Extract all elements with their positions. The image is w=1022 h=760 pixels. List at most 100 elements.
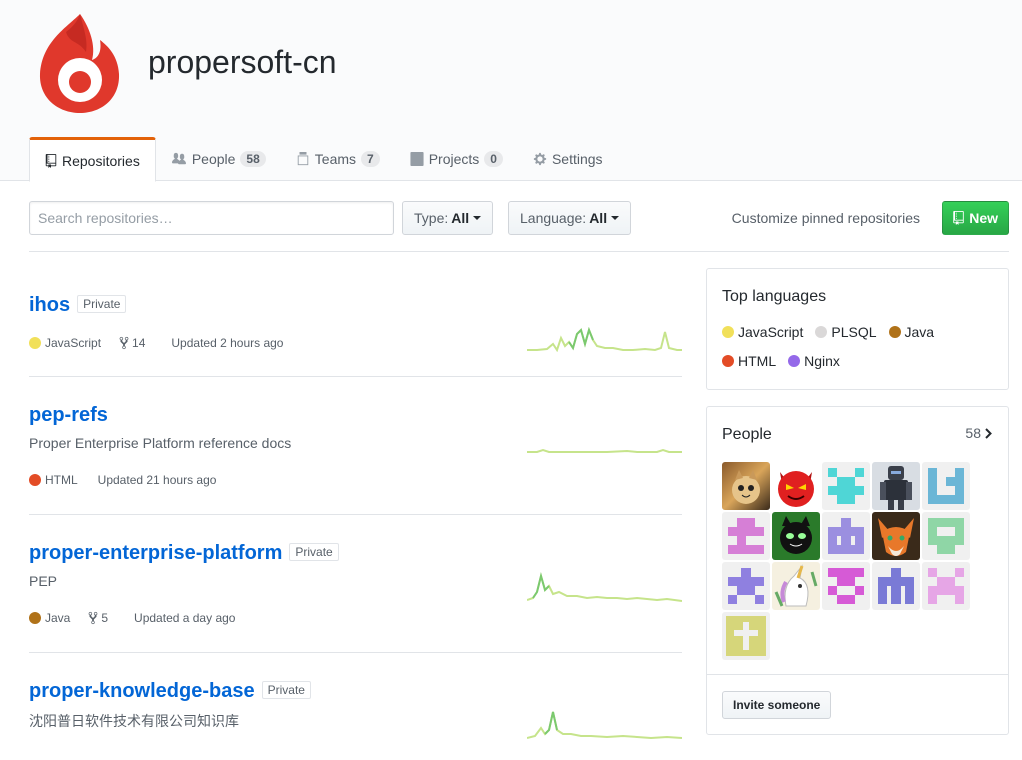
avatar[interactable] — [872, 512, 920, 560]
org-name: propersoft-cn — [148, 44, 337, 80]
avatar[interactable] — [822, 512, 870, 560]
projects-counter: 0 — [484, 151, 503, 167]
teams-icon — [297, 152, 309, 166]
tab-settings[interactable]: Settings — [518, 137, 618, 181]
avatar[interactable] — [722, 612, 770, 660]
avatar[interactable] — [872, 562, 920, 610]
new-repo-button[interactable]: New — [942, 201, 1009, 235]
avatar[interactable] — [722, 512, 770, 560]
repo-meta: HTML Updated 21 hours ago — [29, 473, 216, 487]
repo-icon — [953, 211, 964, 225]
repo-icon — [45, 153, 57, 168]
caret-down-icon — [611, 216, 620, 220]
language-item[interactable]: Nginx — [788, 346, 840, 375]
language-item[interactable]: PLSQL — [815, 317, 877, 346]
invite-someone-button[interactable]: Invite someone — [722, 691, 832, 719]
language-color-dot — [888, 325, 901, 338]
identicon-icon — [828, 568, 864, 604]
repo-updated: Updated a day ago — [134, 611, 236, 625]
private-badge: Private — [77, 295, 127, 313]
robot-avatar-icon — [880, 466, 912, 510]
caret-down-icon — [473, 216, 482, 220]
avatar[interactable] — [772, 462, 820, 510]
language-color-dot — [722, 325, 734, 338]
private-badge: Private — [261, 681, 311, 699]
repo-meta: Java 5 Updated a day ago — [29, 611, 235, 625]
repo-updated: Updated 2 hours ago — [171, 336, 284, 350]
customize-pinned-link[interactable]: Customize pinned repositories — [732, 210, 920, 226]
org-nav-tabs: Repositories People 58 Teams 7 Projects … — [29, 137, 618, 182]
private-badge: Private — [289, 543, 339, 561]
avatar[interactable] — [872, 462, 920, 510]
repo-name-link[interactable]: proper-knowledge-base — [29, 680, 255, 703]
repo-language: JavaScript — [45, 336, 102, 350]
language-list: JavaScript PLSQL Java HTML Nginx — [722, 317, 993, 375]
repo-language: Java — [45, 611, 71, 625]
repo-language: HTML — [45, 473, 78, 487]
avatar[interactable] — [922, 462, 970, 510]
org-header: propersoft-cn Repositories People 58 Tea… — [0, 0, 1022, 182]
org-logo — [39, 14, 120, 113]
identicon-icon — [928, 568, 964, 604]
repo-list-item: proper-knowledge-base Private 沈阳普日软件技术有限公… — [29, 680, 682, 760]
forks-link[interactable]: 14 — [119, 336, 145, 350]
language-item[interactable]: Java — [888, 317, 935, 346]
language-item[interactable]: HTML — [722, 346, 776, 375]
repo-updated: Updated 21 hours ago — [97, 473, 217, 487]
language-item[interactable]: JavaScript — [722, 317, 803, 346]
new-label: New — [969, 210, 998, 226]
people-count-link[interactable]: 58 — [965, 425, 992, 441]
avatar[interactable] — [772, 512, 820, 560]
language-name: Java — [904, 323, 935, 340]
language-name: HTML — [738, 352, 777, 369]
repo-name-link[interactable]: proper-enterprise-platform — [29, 542, 282, 565]
fox-avatar-icon — [878, 518, 914, 556]
identicon-icon — [728, 518, 764, 554]
language-color-dot — [788, 354, 801, 367]
avatar[interactable] — [722, 562, 770, 610]
search-input[interactable] — [29, 201, 394, 235]
language-dropdown[interactable]: Language: All — [508, 201, 632, 235]
language-name: Nginx — [804, 352, 840, 369]
chevron-right-icon — [985, 427, 992, 439]
type-dropdown[interactable]: Type: All — [402, 201, 494, 235]
avatar[interactable] — [722, 462, 770, 510]
project-icon — [410, 152, 424, 166]
tab-teams[interactable]: Teams 7 — [281, 137, 395, 181]
top-languages-title: Top languages — [722, 288, 827, 305]
fork-icon — [119, 336, 129, 350]
repo-list-item: proper-enterprise-platform Private PEP Ja… — [29, 542, 682, 653]
tab-label: Settings — [551, 151, 603, 167]
activity-sparkline — [527, 448, 682, 453]
devil-avatar-icon — [778, 471, 814, 507]
identicon-icon — [828, 468, 864, 504]
divider — [707, 674, 1008, 675]
identicon-icon — [728, 568, 764, 604]
tab-repositories[interactable]: Repositories — [29, 137, 156, 182]
repo-name-link[interactable]: pep-refs — [29, 404, 108, 427]
avatar[interactable] — [922, 512, 970, 560]
identicon-icon — [828, 518, 864, 554]
activity-sparkline — [527, 572, 682, 602]
type-label: Type: — [414, 210, 449, 226]
repo-meta: JavaScript 14 Updated 2 hours ago — [29, 336, 283, 350]
language-label: Language: — [520, 210, 587, 226]
repo-filter-bar: Type: All Language: All Customize pinned… — [29, 201, 1009, 235]
fork-count: 5 — [101, 611, 109, 625]
forks-link[interactable]: 5 — [88, 611, 108, 625]
tab-projects[interactable]: Projects 0 — [395, 137, 518, 181]
tab-label: Repositories — [62, 152, 140, 169]
language-color-dot — [29, 337, 41, 349]
repo-name-link[interactable]: ihos — [29, 294, 70, 317]
avatar[interactable] — [922, 562, 970, 610]
activity-sparkline — [527, 326, 682, 352]
avatar[interactable] — [822, 562, 870, 610]
activity-sparkline — [527, 711, 682, 740]
tab-label: Projects — [428, 151, 480, 167]
language-color-dot — [29, 474, 41, 486]
avatar[interactable] — [772, 562, 820, 610]
avatar[interactable] — [822, 462, 870, 510]
tab-label: People — [191, 151, 236, 167]
gear-icon — [533, 152, 547, 166]
tab-people[interactable]: People 58 — [156, 137, 281, 181]
